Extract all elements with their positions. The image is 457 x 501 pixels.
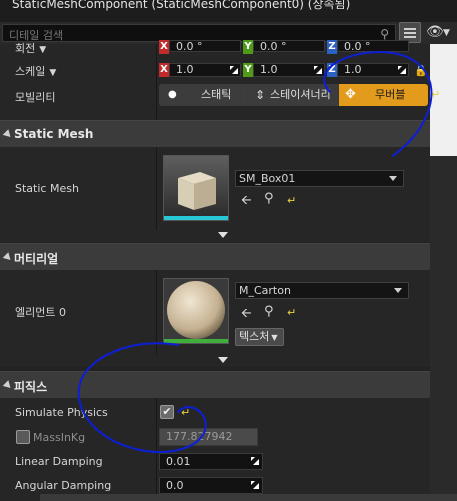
magnifier-icon[interactable]: ⚲ — [264, 304, 274, 319]
stationary-option-label: 스테이셔너리 — [270, 88, 331, 101]
chevron-down-icon — [389, 176, 397, 181]
static-mesh-section-title: Static Mesh — [14, 127, 94, 141]
static-mesh-label: Static Mesh — [15, 182, 79, 195]
simulate-physics-checkbox[interactable]: ✔ — [160, 405, 174, 419]
static-mesh-section-header[interactable]: Static Mesh — [0, 120, 430, 147]
column-divider — [156, 398, 157, 494]
move-arrows-icon: ✥ — [345, 87, 356, 102]
reset-arrow-icon[interactable]: ↵ — [287, 194, 296, 207]
axis-x-badge: X — [159, 63, 169, 77]
component-title: StaticMeshComponent (StaticMeshComponent… — [12, 0, 351, 11]
scale-label[interactable]: 스케일 ▼ — [15, 63, 56, 79]
mobility-static-option[interactable]: ● 스태틱 — [159, 84, 247, 106]
chevron-down-icon — [394, 288, 402, 293]
static-mesh-asset-picker[interactable]: SM_Box01 — [235, 170, 404, 187]
axis-y-badge: Y — [243, 40, 253, 54]
axis-x-badge: X — [159, 40, 169, 54]
static-dot-icon: ● — [168, 89, 177, 100]
search-icon: ⚲ — [380, 27, 389, 41]
materials-expand-bar[interactable] — [0, 355, 430, 367]
textures-dropdown-button[interactable]: 텍스처 ▼ — [235, 328, 284, 346]
linear-damping-spin-icon[interactable] — [250, 456, 260, 466]
material-asset-picker[interactable]: M_Carton — [235, 282, 409, 299]
arrow-left-icon[interactable]: 🡨 — [241, 191, 252, 213]
mass-field: 177.827942 — [159, 428, 258, 446]
lock-icon[interactable]: 🔒 — [414, 64, 428, 77]
static-mesh-expand-bar[interactable] — [0, 230, 430, 242]
column-divider — [156, 44, 157, 120]
rotation-y-field[interactable]: 0.0 ° — [253, 40, 325, 52]
axis-z-badge: Z — [327, 63, 337, 77]
expand-arrow-icon — [218, 232, 228, 238]
mobility-stationary-option[interactable]: ⇕ 스테이셔너리 — [248, 84, 338, 106]
rotation-x-field[interactable]: 0.0 ° — [169, 40, 241, 52]
mass-label: MassInKg — [33, 431, 86, 444]
expand-arrow-icon — [218, 357, 228, 363]
eye-icon[interactable]: 👁 — [426, 24, 444, 40]
materials-section-header[interactable]: 머티리얼 — [0, 243, 430, 270]
scale-z-spin-icon[interactable] — [397, 65, 407, 75]
scale-y-spin-icon[interactable] — [313, 65, 323, 75]
axis-y-badge: Y — [243, 63, 253, 77]
material-thumbnail[interactable] — [163, 278, 229, 344]
rotation-label[interactable]: 회전 ▼ — [15, 40, 46, 56]
collapse-triangle-icon — [2, 380, 14, 391]
static-option-label: 스태틱 — [201, 88, 232, 101]
mobility-movable-option[interactable]: ✥ 무버블 — [339, 84, 428, 106]
magnifier-icon[interactable]: ⚲ — [264, 191, 274, 206]
mobility-label: 모빌리티 — [15, 91, 56, 104]
angular-damping-label: Angular Damping — [15, 479, 112, 492]
column-divider — [156, 147, 157, 230]
mobility-selector: ● 스태틱 ⇕ 스테이셔너리 ✥ 무버블 — [159, 84, 428, 106]
material-element-label: 엘리먼트 0 — [15, 306, 66, 319]
linear-damping-label: Linear Damping — [15, 455, 103, 468]
axis-z-badge: Z — [327, 40, 337, 54]
scale-x-spin-icon[interactable] — [229, 65, 239, 75]
column-divider — [156, 270, 157, 355]
mass-override-checkbox[interactable] — [16, 430, 30, 444]
horizontal-scrollbar[interactable] — [40, 494, 457, 501]
collapse-triangle-icon — [2, 252, 14, 263]
arrow-left-icon[interactable]: 🡨 — [241, 304, 252, 326]
reset-arrow-icon[interactable]: ↵ — [181, 406, 190, 419]
details-title-bar: StaticMeshComponent (StaticMeshComponent… — [0, 0, 457, 22]
chevron-down-icon[interactable]: ▼ — [443, 28, 450, 38]
angular-damping-spin-icon[interactable] — [250, 480, 260, 490]
box-mesh-preview — [164, 156, 228, 220]
collapse-triangle-icon — [2, 129, 14, 140]
stationary-icon: ⇕ — [255, 88, 266, 102]
material-sphere-preview — [164, 279, 228, 343]
reset-arrow-icon[interactable]: ↵ — [287, 306, 296, 319]
physics-section-title: 피직스 — [14, 380, 48, 394]
materials-section-title: 머티리얼 — [14, 252, 59, 266]
angular-damping-field[interactable]: 0.0 — [159, 477, 263, 494]
simulate-physics-label: Simulate Physics — [15, 406, 108, 419]
linear-damping-field[interactable]: 0.01 — [159, 453, 263, 470]
static-mesh-thumbnail[interactable] — [163, 155, 229, 221]
rotation-z-field[interactable]: 0.0 ° — [337, 40, 409, 52]
movable-option-label: 무버블 — [375, 88, 406, 101]
grid-icon — [404, 27, 416, 38]
reset-arrow-icon[interactable]: ↵ — [431, 88, 440, 101]
physics-section-header[interactable]: 피직스 — [0, 371, 430, 398]
